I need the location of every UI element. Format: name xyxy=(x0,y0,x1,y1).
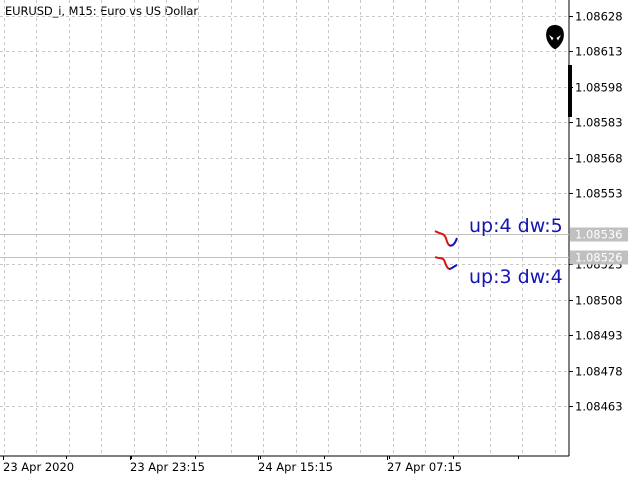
price-tick-label: 1.08568 xyxy=(575,152,623,166)
chart-window[interactable]: EURUSD_i, M15: Euro vs US Dollar 1.08628… xyxy=(0,0,640,480)
time-axis: 23 Apr 2020 23 Apr 23:15 24 Apr 15:15 27 Ap… xyxy=(3,456,519,474)
price-tick-label: 1.08463 xyxy=(575,400,623,414)
price-axis: 1.08628 1.08613 1.08598 1.08583 1.08568 1.085… xyxy=(569,10,623,414)
price-tick-label: 1.08598 xyxy=(575,81,623,95)
time-tick-label: 27 Apr 07:15 xyxy=(387,460,462,474)
price-tick-label: 1.08583 xyxy=(575,116,623,130)
time-tick-label: 23 Apr 2020 xyxy=(3,460,74,474)
price-line-tag-label: 1.08526 xyxy=(575,251,623,265)
price-tick-label: 1.08478 xyxy=(575,365,623,379)
price-line-tag-label: 1.08536 xyxy=(575,228,623,242)
price-tick-label: 1.08628 xyxy=(575,10,623,24)
time-tick-label: 23 Apr 23:15 xyxy=(130,460,205,474)
trend-curve-upper xyxy=(434,230,458,247)
annotation-upper: up:4 dw:5 xyxy=(469,215,563,237)
annotation-lower: up:3 dw:4 xyxy=(469,266,563,288)
chart-canvas[interactable]: 1.08628 1.08613 1.08598 1.08583 1.08568 1.085… xyxy=(0,0,640,480)
time-tick-label: 24 Apr 15:15 xyxy=(258,460,333,474)
price-tick-label: 1.08553 xyxy=(575,187,623,201)
price-tick-label: 1.08613 xyxy=(575,45,623,59)
price-scale-drag-handle[interactable] xyxy=(568,65,572,117)
alien-head-icon xyxy=(546,25,564,49)
price-tick-label: 1.08493 xyxy=(575,329,623,343)
trend-curve-lower xyxy=(434,256,458,270)
price-tick-label: 1.08508 xyxy=(575,294,623,308)
horizontal-grid xyxy=(0,16,569,407)
